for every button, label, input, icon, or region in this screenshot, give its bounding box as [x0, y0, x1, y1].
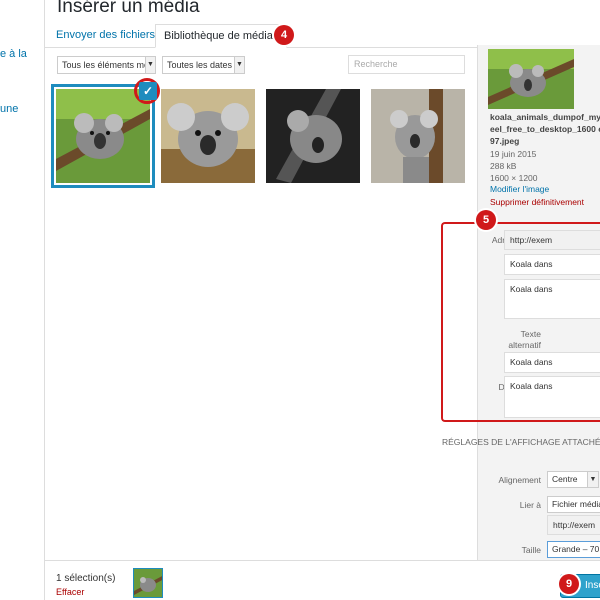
size-label: Taille	[521, 545, 541, 555]
koala-image	[56, 89, 150, 183]
attachment-size: 288 kB	[490, 161, 517, 171]
media-thumbnail-4[interactable]	[371, 89, 465, 183]
chevron-down-icon: ▼	[234, 57, 244, 73]
media-search-input[interactable]: Recherche	[348, 55, 465, 74]
check-icon[interactable]: ✓	[139, 82, 157, 100]
link-to-select[interactable]: Fichier média	[547, 496, 600, 513]
modal-title: Insérer un média	[57, 0, 200, 17]
koala-image	[488, 49, 574, 109]
tab-media-library[interactable]: Bibliothèque de médias	[155, 24, 288, 48]
date-filter-value: Toutes les dates	[167, 60, 233, 70]
alt-text-field[interactable]: Koala dans	[504, 352, 600, 373]
koala-image	[161, 89, 255, 183]
clear-selection-link[interactable]: Effacer	[56, 587, 84, 597]
step-badge-9: 9	[559, 574, 579, 594]
size-value: Grande – 70	[552, 544, 600, 554]
koala-image	[134, 569, 162, 597]
size-select[interactable]: Grande – 70	[547, 541, 600, 558]
alignment-label: Alignement	[498, 475, 541, 485]
date-filter[interactable]: Toutes les dates ▼	[162, 56, 245, 74]
alignment-select[interactable]: Centre ▼	[547, 471, 599, 488]
media-toolbar: 1 sélection(s) Effacer Insé 9	[45, 560, 600, 600]
link-to-value: Fichier média	[552, 499, 600, 509]
koala-image	[371, 89, 465, 183]
url-field[interactable]: http://exem	[504, 230, 600, 250]
wp-admin-sidebar: e à la une	[0, 0, 45, 600]
chevron-down-icon: ▼	[587, 472, 598, 487]
tab-upload-files[interactable]: Envoyer des fichiers	[48, 24, 163, 48]
media-type-filter-value: Tous les éléments média	[62, 60, 156, 70]
edit-image-link[interactable]: Modifier l'image	[490, 184, 549, 194]
media-type-filter[interactable]: Tous les éléments média ▼	[57, 56, 156, 74]
attachment-preview	[488, 49, 574, 109]
media-thumbnail-3[interactable]	[266, 89, 360, 183]
step-badge-5: 5	[476, 210, 496, 230]
alt-text-label: Texte alternatif	[508, 329, 541, 350]
delete-permanently-link[interactable]: Supprimer définitivement	[490, 197, 584, 207]
alignment-value: Centre	[552, 474, 578, 484]
description-field[interactable]: Koala dans	[504, 376, 600, 418]
step-badge-4: 4	[274, 25, 294, 45]
media-thumbnail-2[interactable]	[161, 89, 255, 183]
link-to-label: Lier à	[519, 500, 541, 510]
attachment-date: 19 juin 2015	[490, 149, 537, 159]
media-thumbnail-1[interactable]	[56, 89, 150, 183]
selection-count: 1 sélection(s)	[56, 573, 116, 584]
attachment-dimensions: 1600 × 1200	[490, 173, 538, 183]
link-url-field[interactable]: http://exem	[547, 515, 600, 535]
sidebar-item-partial-1[interactable]: e à la	[0, 48, 27, 60]
koala-image	[266, 89, 360, 183]
attachment-filename: koala_animals_dumpof_my_a joyfeel_free_t…	[490, 112, 600, 146]
selected-thumbnail[interactable]	[133, 568, 163, 598]
sidebar-item-partial-2[interactable]: une	[0, 103, 18, 115]
chevron-down-icon: ▼	[145, 57, 155, 73]
title-field[interactable]: Koala dans	[504, 254, 600, 275]
caption-field[interactable]: Koala dans	[504, 279, 600, 319]
display-settings-title: Réglages de l'affichage attaché	[442, 437, 600, 447]
